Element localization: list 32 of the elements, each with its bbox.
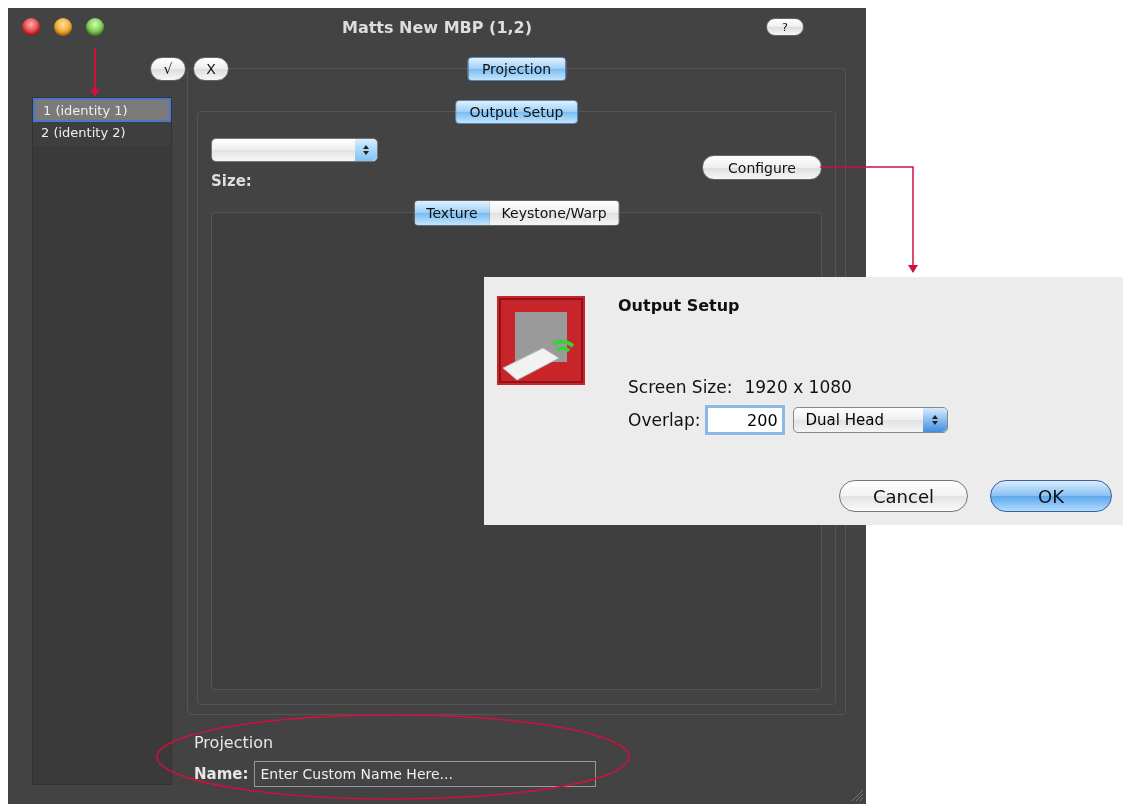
name-label: Name: (194, 765, 249, 783)
close-icon[interactable] (22, 18, 40, 36)
screen-size-value: 1920 x 1080 (744, 377, 852, 397)
identity-item[interactable]: 2 (identity 2) (33, 122, 171, 146)
dialog-button[interactable]: OK (990, 480, 1112, 512)
view-tab[interactable]: Texture (414, 201, 490, 225)
name-field[interactable]: Enter Custom Name Here... (254, 761, 597, 787)
projection-tab[interactable]: Projection (466, 57, 567, 81)
size-dropdown[interactable] (211, 138, 378, 162)
configure-button[interactable]: Configure (702, 155, 822, 180)
stepper-icon (922, 408, 947, 432)
section-label: Projection (194, 733, 275, 752)
pointer-arrow (90, 47, 100, 97)
window-title: Matts New MBP (1,2) (341, 17, 533, 37)
stepper-icon (355, 139, 377, 161)
confirm-button[interactable]: √ (150, 57, 186, 81)
app-icon (497, 296, 585, 385)
minimize-icon[interactable] (54, 18, 72, 36)
dialog-button[interactable]: Cancel (839, 480, 968, 512)
overlap-field[interactable]: 200 (704, 405, 785, 435)
dialog-title: Output Setup (618, 296, 741, 315)
identity-item[interactable]: 1 (identity 1) (33, 98, 171, 122)
resize-grip-icon[interactable] (850, 788, 864, 802)
overlap-label: Overlap: (628, 410, 701, 430)
screen-size-label: Screen Size: (628, 377, 733, 397)
mode-dropdown[interactable]: Dual Head (792, 407, 948, 433)
output-setup-tab[interactable]: Output Setup (454, 100, 579, 124)
discard-button[interactable]: X (193, 57, 229, 81)
size-label: Size: (211, 172, 253, 190)
help-button[interactable]: ? (766, 18, 804, 36)
view-tab[interactable]: Keystone/Warp (489, 201, 619, 225)
zoom-icon[interactable] (86, 18, 104, 36)
